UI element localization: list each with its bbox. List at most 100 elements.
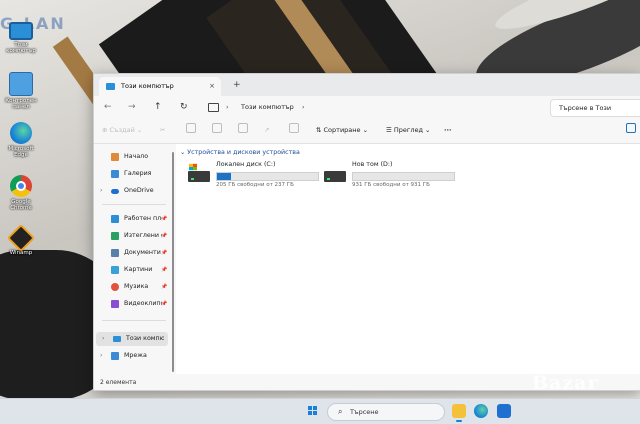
pin-icon: 📌 <box>161 267 168 273</box>
sidebar-item-label: Мрежа <box>124 352 147 359</box>
taskbar-file-explorer-icon[interactable] <box>452 404 466 422</box>
this-pc-icon <box>113 336 121 342</box>
sidebar-item-music[interactable]: Музика 📌 <box>94 280 174 294</box>
copy-icon[interactable] <box>186 123 196 137</box>
chevron-right-icon[interactable]: › <box>102 332 104 346</box>
sidebar-item-label: Работен пло <box>124 215 162 222</box>
desktop-icon-label: Microsoft Edge <box>8 146 34 158</box>
sort-label: Сортиране <box>323 126 361 134</box>
documents-icon <box>111 249 119 257</box>
new-tab-button[interactable]: + <box>233 77 241 93</box>
up-button[interactable]: ↑ <box>154 100 162 114</box>
chevron-right-icon[interactable]: › <box>100 349 102 363</box>
rename-icon[interactable] <box>238 123 248 137</box>
drive-name: Нов том (D:) <box>352 161 393 168</box>
share-icon[interactable]: ↗ <box>264 123 269 137</box>
close-tab-icon[interactable]: × <box>209 77 215 96</box>
hard-drive-icon <box>324 171 346 182</box>
tab-bar: Този компютър × + <box>94 74 640 96</box>
search-input[interactable]: Търсене в Този компютър <box>550 99 640 128</box>
sidebar-item-videos[interactable]: Видеоклипо 📌 <box>94 297 174 311</box>
command-bar: ⊕ Създай ⌄ ✂ ↗ ⇅ Сортиране ⌄ ☰ Преглед ⌄… <box>94 118 640 144</box>
sidebar-item-label: OneDrive <box>124 187 154 194</box>
desktop-icon-label: Google Chrome <box>10 199 32 211</box>
sidebar-scrollbar[interactable] <box>172 152 174 372</box>
drive-d[interactable]: Нов том (D:) 931 ГБ свободни от 931 ГБ <box>324 161 464 192</box>
sidebar-item-label: Видеоклипо <box>124 300 162 307</box>
sidebar-item-label: Галерия <box>124 170 152 177</box>
sidebar-item-network[interactable]: › Мрежа <box>94 349 174 363</box>
cut-icon[interactable]: ✂ <box>160 123 165 137</box>
chrome-icon <box>10 175 32 197</box>
search-icon: ⌕ <box>338 407 343 416</box>
downloads-icon <box>111 232 119 240</box>
sidebar-item-label: Документи <box>124 249 161 256</box>
address-bar[interactable]: › Този компютър › <box>202 99 542 115</box>
taskbar-search-box[interactable]: ⌕ Търсене <box>327 403 445 421</box>
taskbar-store-icon[interactable] <box>497 404 511 418</box>
taskbar-edge-icon[interactable] <box>474 404 488 418</box>
desktop-icon-chrome[interactable]: Google Chrome <box>2 175 40 211</box>
sort-button[interactable]: ⇅ Сортиране ⌄ <box>316 123 368 137</box>
devices-group-header[interactable]: ⌄ Устройства и дискови устройства <box>180 148 300 158</box>
videos-icon <box>111 300 119 308</box>
drive-usage-bar <box>216 172 319 181</box>
view-label: Преглед <box>393 126 423 134</box>
sidebar-item-label: Начало <box>124 153 149 160</box>
desktop-folder-icon <box>111 215 119 223</box>
navigation-pane: Начало Галерия › OneDrive Работен пло 📌 … <box>94 144 174 374</box>
sidebar-item-desktop[interactable]: Работен пло 📌 <box>94 212 174 226</box>
breadcrumb-separator[interactable]: › <box>302 99 305 115</box>
tab-this-pc[interactable]: Този компютър × <box>99 77 221 96</box>
desktop-icon-this-pc[interactable]: Този компютър <box>2 22 40 54</box>
file-explorer-window: Този компютър × + ← → ↑ ↻ › Този компютъ… <box>93 73 640 391</box>
forward-button[interactable]: → <box>128 100 136 114</box>
new-label: Създай <box>109 126 135 134</box>
windows-logo-icon <box>189 163 197 171</box>
sidebar-item-home[interactable]: Начало <box>94 150 174 164</box>
sidebar-item-gallery[interactable]: Галерия <box>94 167 174 181</box>
sidebar-item-pictures[interactable]: Картини 📌 <box>94 263 174 277</box>
sidebar-item-label: Музика <box>124 283 149 290</box>
start-button[interactable] <box>308 406 318 416</box>
desktop-icon-edge[interactable]: Microsoft Edge <box>2 122 40 158</box>
home-icon <box>111 153 119 161</box>
sidebar-divider <box>102 320 166 321</box>
paste-icon[interactable] <box>212 123 222 137</box>
sidebar-item-label: Картини <box>124 266 153 273</box>
view-button[interactable]: ☰ Преглед ⌄ <box>386 123 431 137</box>
pin-icon: 📌 <box>161 250 168 256</box>
gallery-icon <box>111 170 119 178</box>
pictures-icon <box>111 266 119 274</box>
sidebar-item-onedrive[interactable]: › OneDrive <box>94 184 174 198</box>
delete-icon[interactable] <box>289 123 299 137</box>
drive-c[interactable]: Локален диск (C:) 205 ГБ свободни от 237… <box>188 161 328 192</box>
desktop-icon-control-panel[interactable]: Контролен панел <box>2 72 40 110</box>
control-panel-icon <box>9 72 33 96</box>
sidebar-item-label: Този компютър <box>126 335 164 342</box>
refresh-button[interactable]: ↻ <box>180 100 188 114</box>
new-button[interactable]: ⊕ Създай ⌄ <box>102 123 142 137</box>
sidebar-item-this-pc[interactable]: › Този компютър <box>96 332 168 346</box>
network-icon <box>111 352 119 360</box>
winamp-icon <box>6 223 36 253</box>
details-pane-icon[interactable] <box>626 123 636 137</box>
hard-drive-icon <box>188 163 210 182</box>
pin-icon: 📌 <box>161 284 168 290</box>
watermark-logo: Bazar <box>532 372 599 394</box>
more-options-button[interactable]: ··· <box>444 123 451 137</box>
chevron-right-icon[interactable]: › <box>100 184 102 198</box>
desktop-icon-winamp[interactable]: Winamp <box>2 223 40 256</box>
music-icon <box>111 283 119 291</box>
sidebar-item-downloads[interactable]: Изтеглени ф 📌 <box>94 229 174 243</box>
sidebar-divider <box>102 204 166 205</box>
taskbar-search-label: Търсене <box>350 408 379 416</box>
taskbar: ⌕ Търсене <box>0 398 640 424</box>
drive-free-space: 931 ГБ свободни от 931 ГБ <box>352 182 430 188</box>
desktop-icon-label: Този компютър <box>6 42 36 54</box>
sidebar-item-documents[interactable]: Документи 📌 <box>94 246 174 260</box>
back-button[interactable]: ← <box>104 100 112 114</box>
sidebar-item-label: Изтеглени ф <box>124 232 162 239</box>
drive-free-space: 205 ГБ свободни от 237 ГБ <box>216 182 294 188</box>
breadcrumb-this-pc[interactable]: Този компютър <box>241 99 294 115</box>
